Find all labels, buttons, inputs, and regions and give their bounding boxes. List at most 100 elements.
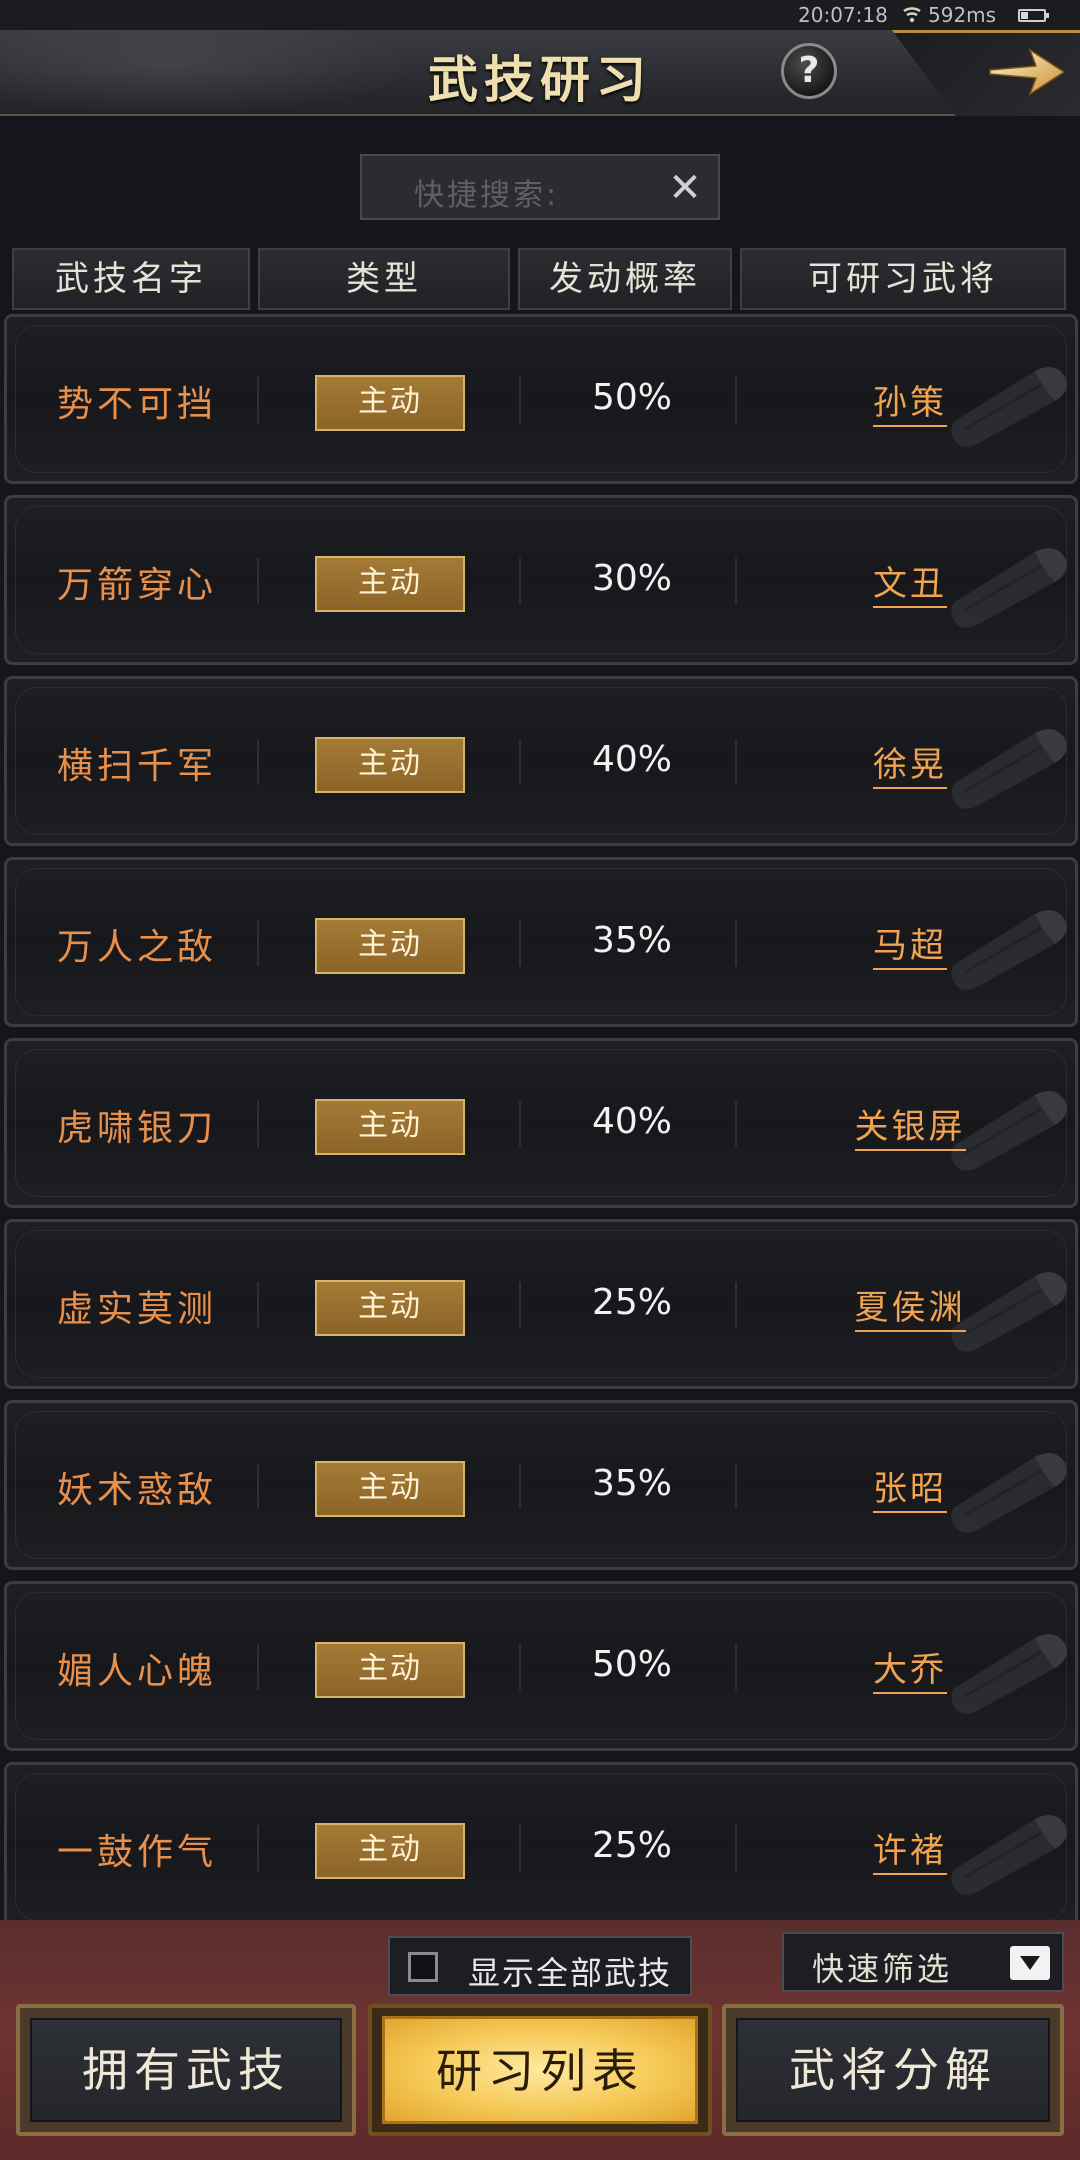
column-divider — [519, 920, 521, 966]
general-name: 夏侯渊 — [854, 1288, 966, 1332]
skill-type-badge: 主动 — [315, 1642, 465, 1698]
skill-name: 媚人心魄 — [57, 1651, 218, 1692]
skill-type-badge: 主动 — [315, 737, 465, 793]
skill-name: 万人之敌 — [57, 927, 218, 968]
column-header-general[interactable]: 可研习武将 — [740, 248, 1066, 310]
skill-row[interactable]: 媚人心魄 主动 50% 大乔 — [4, 1581, 1078, 1751]
tab-general-decompose[interactable]: 武将分解 — [722, 2004, 1064, 2136]
skill-row[interactable]: 势不可挡 主动 50% 孙策 — [4, 314, 1078, 484]
column-divider — [257, 558, 259, 604]
general-name: 张昭 — [873, 1469, 947, 1513]
column-header-skill-name[interactable]: 武技名字 — [12, 248, 250, 310]
skill-name: 万箭穿心 — [57, 565, 218, 606]
skill-chance: 40% — [591, 1101, 672, 1142]
column-divider — [257, 739, 259, 785]
skill-type-badge: 主动 — [315, 375, 465, 431]
skill-row[interactable]: 横扫千军 主动 40% 徐晃 — [4, 676, 1078, 846]
general-link[interactable]: 张昭 — [797, 1461, 1023, 1513]
skill-type-badge: 主动 — [315, 1099, 465, 1155]
column-divider — [257, 1101, 259, 1147]
column-divider — [735, 1282, 737, 1328]
general-name: 孙策 — [873, 383, 947, 427]
skill-chance: 50% — [591, 1644, 672, 1685]
column-divider — [735, 558, 737, 604]
column-divider — [735, 1825, 737, 1871]
column-divider — [519, 558, 521, 604]
skill-chance: 40% — [591, 739, 672, 780]
skill-chance: 35% — [591, 1463, 672, 1504]
skill-name: 虚实莫测 — [57, 1289, 218, 1330]
general-link[interactable]: 文丑 — [797, 556, 1023, 608]
general-name: 大乔 — [873, 1650, 947, 1694]
search-input[interactable]: 快捷搜索: ✕ — [360, 154, 720, 220]
status-bar: 20:07:18 592ms — [0, 0, 1080, 30]
general-link[interactable]: 孙策 — [797, 375, 1023, 427]
skill-row[interactable]: 虚实莫测 主动 25% 夏侯渊 — [4, 1219, 1078, 1389]
skill-type-badge: 主动 — [315, 1461, 465, 1517]
column-divider — [257, 1463, 259, 1509]
general-link[interactable]: 夏侯渊 — [797, 1280, 1023, 1332]
chevron-down-icon — [1010, 1946, 1050, 1980]
general-link[interactable]: 关银屏 — [797, 1099, 1023, 1151]
skill-chance: 25% — [591, 1825, 672, 1866]
column-divider — [257, 1644, 259, 1690]
column-divider — [257, 920, 259, 966]
skill-row[interactable]: 万箭穿心 主动 30% 文丑 — [4, 495, 1078, 665]
skill-type-badge: 主动 — [315, 918, 465, 974]
skill-type-badge: 主动 — [315, 1823, 465, 1879]
column-divider — [257, 1825, 259, 1871]
skill-chance: 25% — [591, 1282, 672, 1323]
column-divider — [519, 1644, 521, 1690]
checkbox-icon[interactable] — [408, 1952, 438, 1982]
ping-value: 592ms — [928, 3, 997, 27]
skill-type-badge: 主动 — [315, 556, 465, 612]
skill-chance: 30% — [591, 558, 672, 599]
show-all-toggle[interactable]: 显示全部武技 — [388, 1936, 692, 1996]
column-divider — [519, 1282, 521, 1328]
general-name: 许褚 — [873, 1831, 947, 1875]
skill-name: 一鼓作气 — [57, 1832, 218, 1873]
skill-list[interactable]: 势不可挡 主动 50% 孙策 万箭穿心 主动 30% 文丑 横扫千军 主动 40% 徐晃 万人之敌 主动 3… — [0, 314, 1080, 1920]
tab-owned-skills[interactable]: 拥有武技 — [16, 2004, 356, 2136]
column-divider — [519, 1463, 521, 1509]
quick-filter-dropdown[interactable]: 快速筛选 — [782, 1932, 1064, 1992]
clear-icon[interactable]: ✕ — [662, 160, 708, 216]
skill-type-badge: 主动 — [315, 1280, 465, 1336]
column-header-type[interactable]: 类型 — [258, 248, 510, 310]
general-link[interactable]: 许褚 — [797, 1823, 1023, 1875]
skill-name: 势不可挡 — [57, 384, 218, 425]
column-divider — [735, 1644, 737, 1690]
column-divider — [735, 920, 737, 966]
skill-row[interactable]: 虎啸银刀 主动 40% 关银屏 — [4, 1038, 1078, 1208]
tab-study-list[interactable]: 研习列表 — [368, 2004, 712, 2136]
column-divider — [735, 1101, 737, 1147]
show-all-label: 显示全部武技 — [468, 1954, 673, 1992]
header-bar: 武技研习 ? — [0, 30, 1080, 116]
search-placeholder: 快捷搜索: — [414, 178, 560, 213]
column-divider — [735, 377, 737, 423]
skill-name: 虎啸银刀 — [57, 1108, 218, 1149]
skill-row[interactable]: 妖术惑敌 主动 35% 张昭 — [4, 1400, 1078, 1570]
wifi-icon — [902, 0, 922, 30]
tab-owned-skills-label: 拥有武技 — [30, 2018, 342, 2122]
column-divider — [519, 377, 521, 423]
general-name: 马超 — [873, 926, 947, 970]
column-divider — [257, 1282, 259, 1328]
arrow-right-icon — [989, 48, 1066, 96]
column-divider — [519, 739, 521, 785]
column-divider — [735, 1463, 737, 1509]
tab-general-decompose-label: 武将分解 — [736, 2018, 1050, 2122]
column-header-chance[interactable]: 发动概率 — [518, 248, 732, 310]
general-name: 关银屏 — [854, 1107, 966, 1151]
general-name: 文丑 — [873, 564, 947, 608]
skill-row[interactable]: 万人之敌 主动 35% 马超 — [4, 857, 1078, 1027]
skill-row[interactable]: 一鼓作气 主动 25% 许褚 — [4, 1762, 1078, 1920]
skill-chance: 50% — [591, 377, 672, 418]
help-button[interactable]: ? — [781, 43, 837, 99]
battery-icon — [1018, 9, 1049, 22]
bottom-panel: 显示全部武技 快速筛选 拥有武技 研习列表 武将分解 — [0, 1920, 1080, 2160]
general-link[interactable]: 马超 — [797, 918, 1023, 970]
general-link[interactable]: 大乔 — [797, 1642, 1023, 1694]
general-link[interactable]: 徐晃 — [797, 737, 1023, 789]
skill-name: 妖术惑敌 — [57, 1470, 218, 1511]
